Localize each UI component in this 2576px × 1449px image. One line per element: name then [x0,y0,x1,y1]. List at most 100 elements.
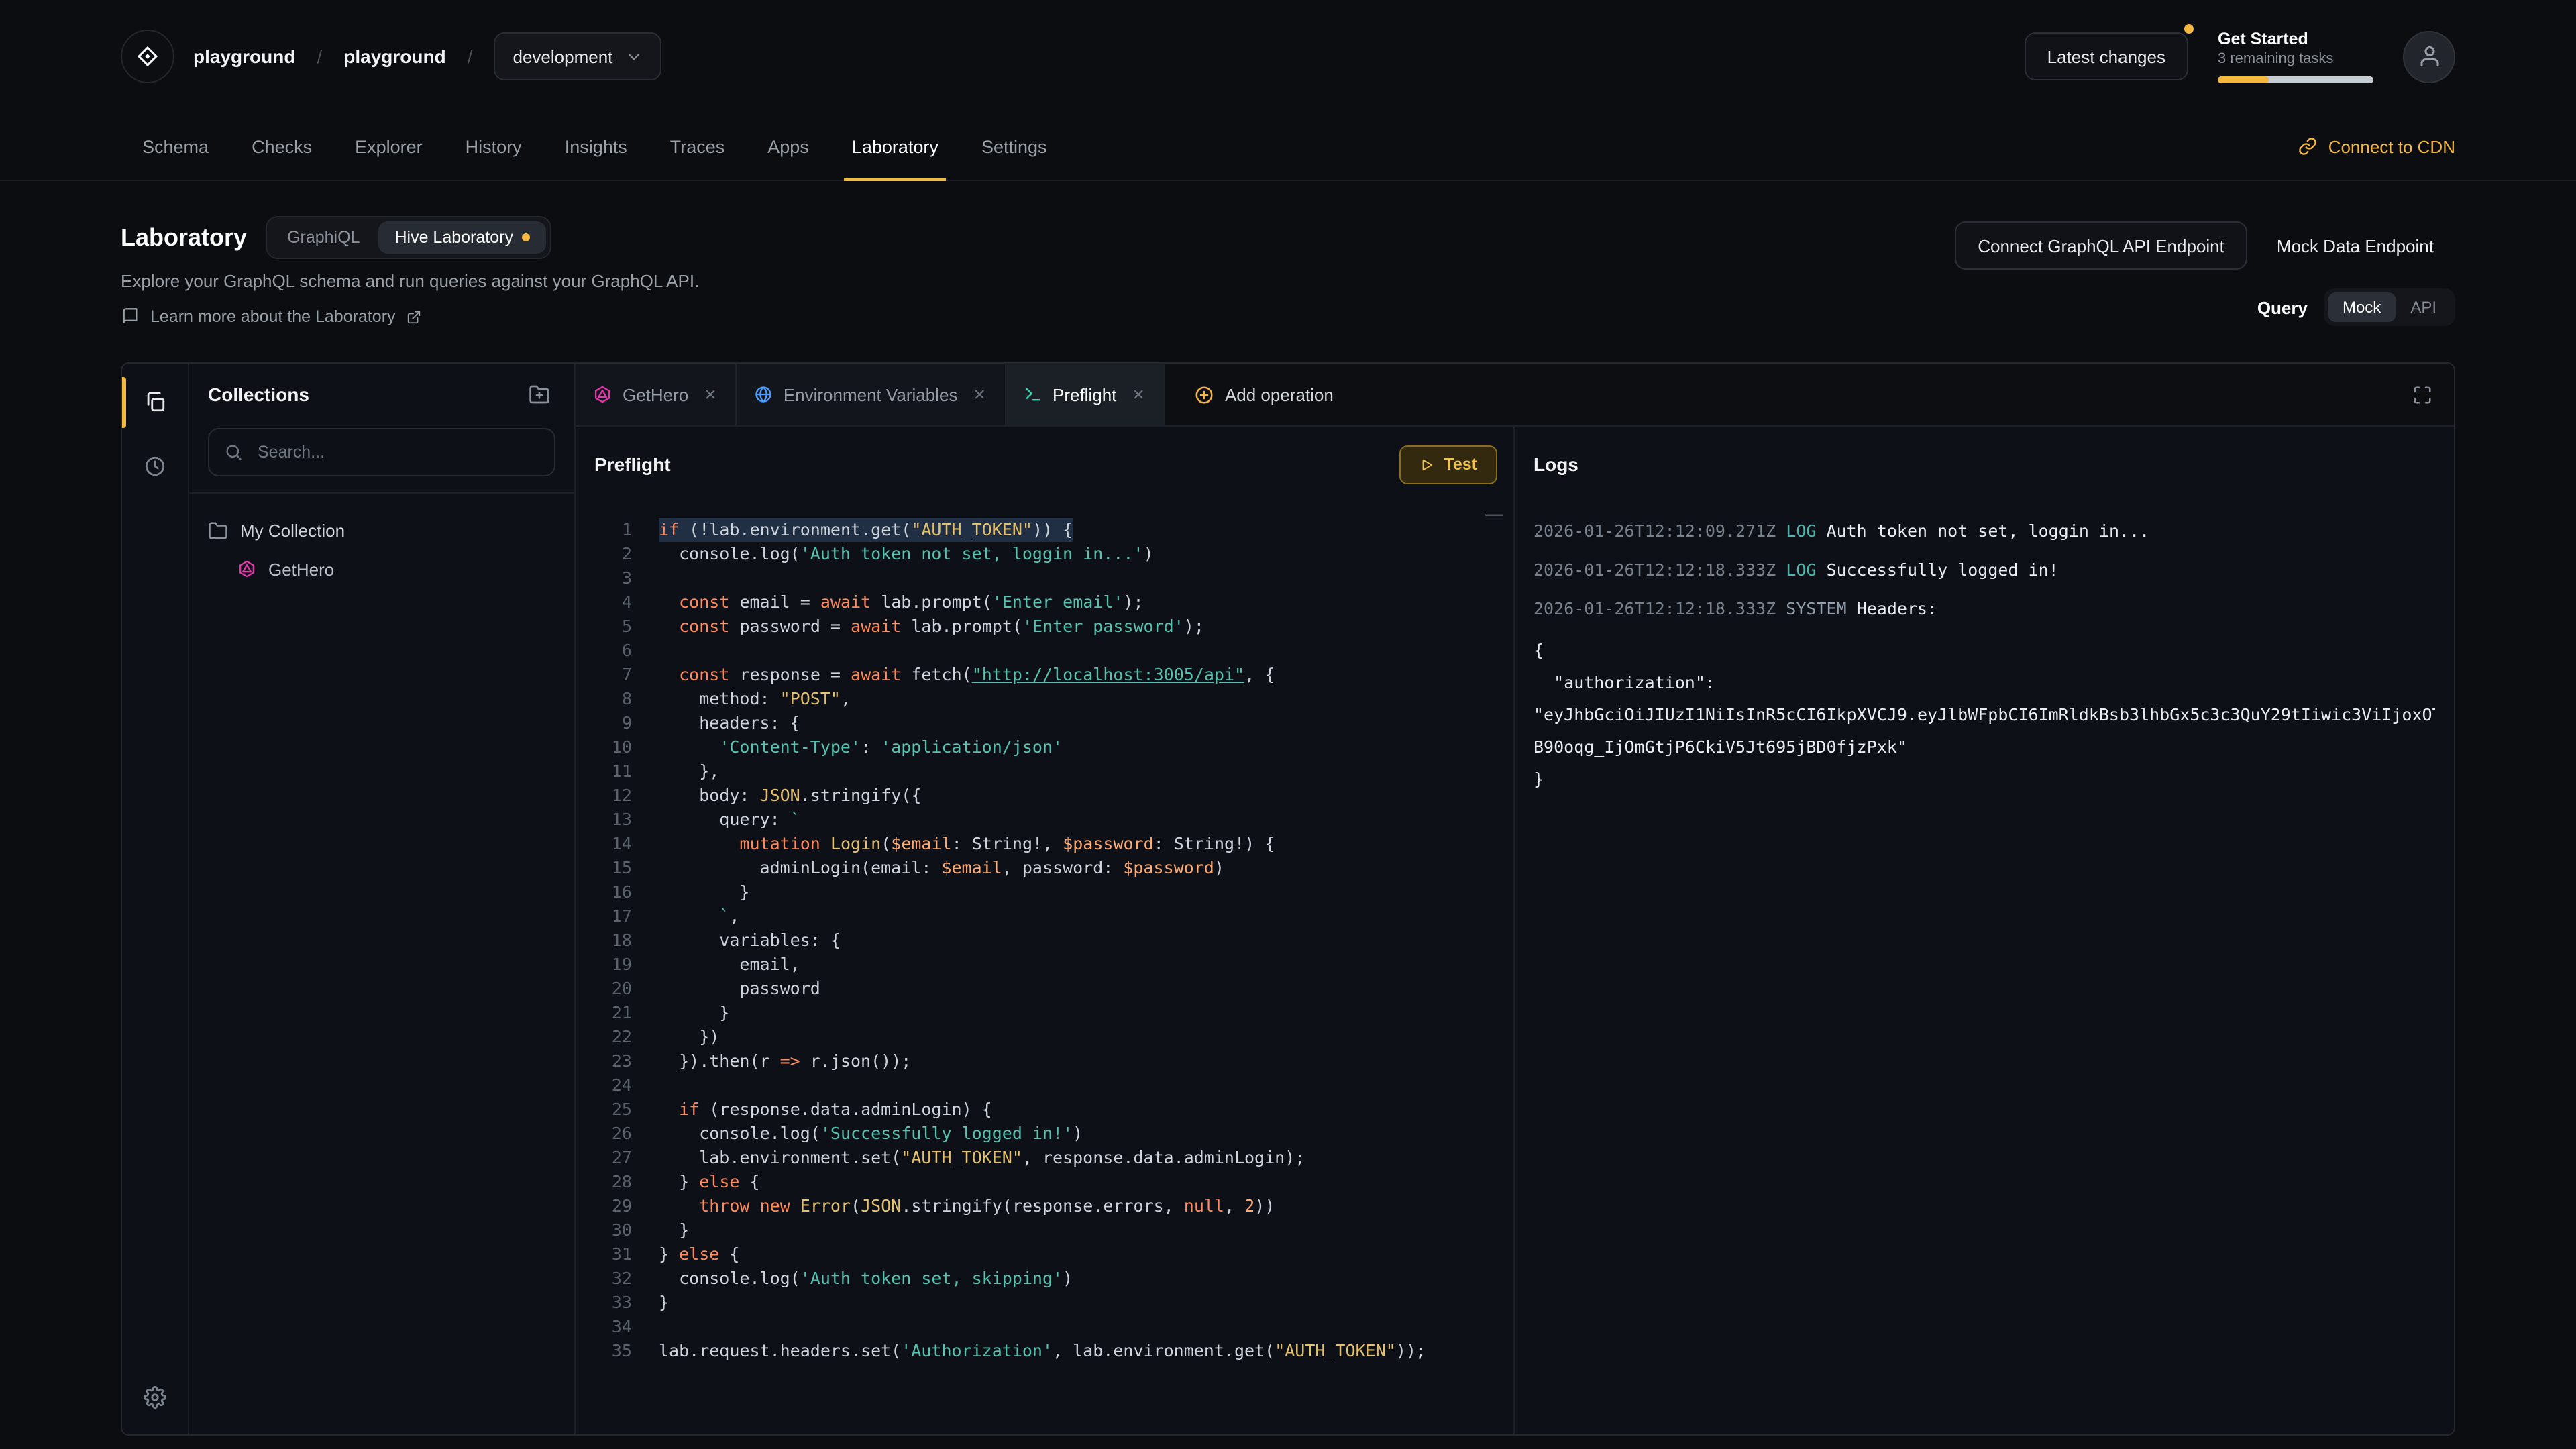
line-number: 8 [576,687,659,711]
code-line[interactable]: 3 [576,566,1513,590]
endpoint-option-mock[interactable]: Mock [2328,292,2396,322]
tab-gethero[interactable]: GetHero× [576,364,737,425]
line-number: 19 [576,953,659,977]
test-button[interactable]: Test [1399,445,1497,484]
log-raw-line: "authorization": [1534,667,2435,699]
code-line[interactable]: 7 const response = await fetch("http://l… [576,663,1513,687]
lab-mode-hive-laboratory[interactable]: Hive Laboratory [378,221,547,254]
code-line[interactable]: 1if (!lab.environment.get("AUTH_TOKEN"))… [576,518,1513,542]
code-line[interactable]: 30 } [576,1218,1513,1242]
line-number: 34 [576,1315,659,1339]
connect-graphql-endpoint-button[interactable]: Connect GraphQL API Endpoint [1955,221,2247,270]
preflight-code-editor[interactable]: 1if (!lab.environment.get("AUTH_TOKEN"))… [576,502,1513,1363]
tab-preflight[interactable]: Preflight× [1006,364,1165,425]
target-selector[interactable]: development [494,32,661,80]
breadcrumb-org[interactable]: playground [193,46,295,67]
code-line[interactable]: 14 mutation Login($email: String!, $pass… [576,832,1513,856]
nav-tab-schema[interactable]: Schema [121,113,230,180]
code-line[interactable]: 10 'Content-Type': 'application/json' [576,735,1513,759]
code-line[interactable]: 19 email, [576,953,1513,977]
code-line[interactable]: 29 throw new Error(JSON.stringify(respon… [576,1194,1513,1218]
rail-settings-button[interactable] [133,1375,176,1418]
collections-title: Collections [208,384,309,405]
close-tab-icon[interactable]: × [1127,382,1150,407]
code-line[interactable]: 28 } else { [576,1170,1513,1194]
external-link-icon [407,309,421,324]
code-line[interactable]: 31} else { [576,1242,1513,1267]
nav-tab-apps[interactable]: Apps [746,113,830,180]
code-line[interactable]: 21 } [576,1001,1513,1025]
line-number: 25 [576,1097,659,1122]
code-line[interactable]: 23 }).then(r => r.json()); [576,1049,1513,1073]
hive-logo-icon[interactable] [121,30,174,83]
collapse-editor-button[interactable]: — [1485,504,1503,522]
code-line[interactable]: 24 [576,1073,1513,1097]
close-tab-icon[interactable]: × [968,382,991,407]
nav-tab-explorer[interactable]: Explorer [333,113,444,180]
log-raw-line: { [1534,635,2435,667]
lab-mode-graphiql[interactable]: GraphiQL [271,221,376,254]
code-line[interactable]: 11 }, [576,759,1513,784]
line-number: 15 [576,856,659,880]
collection-folder[interactable]: My Collection [208,510,555,550]
code-line[interactable]: 18 variables: { [576,928,1513,953]
connect-cdn-button[interactable]: Connect to CDN [2299,113,2455,180]
nav-tab-traces[interactable]: Traces [649,113,747,180]
latest-changes-button[interactable]: Latest changes [2025,32,2188,80]
search-input[interactable] [255,441,539,463]
code-line[interactable]: 5 const password = await lab.prompt('Ent… [576,614,1513,639]
side-rail [122,364,189,1434]
new-collection-button[interactable] [523,378,555,411]
nav-tab-laboratory[interactable]: Laboratory [830,113,960,180]
code-line[interactable]: 12 body: JSON.stringify({ [576,784,1513,808]
code-line[interactable]: 13 query: ` [576,808,1513,832]
code-line[interactable]: 2 console.log('Auth token not set, loggi… [576,542,1513,566]
globe-icon [754,385,773,404]
line-number: 30 [576,1218,659,1242]
code-line[interactable]: 6 [576,639,1513,663]
code-line[interactable]: 26 console.log('Successfully logged in!'… [576,1122,1513,1146]
line-number: 24 [576,1073,659,1097]
nav-tab-history[interactable]: History [444,113,543,180]
code-line[interactable]: 32 console.log('Auth token set, skipping… [576,1267,1513,1291]
code-line[interactable]: 33} [576,1291,1513,1315]
code-line[interactable]: 25 if (response.data.adminLogin) { [576,1097,1513,1122]
plus-circle-icon [1194,384,1214,405]
endpoint-option-api[interactable]: API [2396,292,2451,322]
fullscreen-button[interactable] [2407,379,2438,410]
line-number: 23 [576,1049,659,1073]
code-line[interactable]: 17 `, [576,904,1513,928]
code-line[interactable]: 15 adminLogin(email: $email, password: $… [576,856,1513,880]
hive-laboratory-app: playground / playground / development La… [0,0,2576,1449]
mock-data-endpoint-button[interactable]: Mock Data Endpoint [2255,221,2455,270]
nav-tab-insights[interactable]: Insights [543,113,649,180]
add-operation-button[interactable]: Add operation [1186,364,1342,425]
log-raw-line: B90oqg_IjOmGtjP6CkiV5Jt695jBD0fjzPxk" [1534,731,2435,763]
code-line[interactable]: 9 headers: { [576,711,1513,735]
get-started-widget[interactable]: Get Started 3 remaining tasks [2218,30,2373,83]
collection-operation-gethero[interactable]: GetHero [237,550,555,588]
log-entry: 2026-01-26T12:12:18.333Z SYSTEM Headers: [1534,596,2435,621]
learn-more-link[interactable]: Learn more about the Laboratory [121,307,421,326]
line-number: 35 [576,1339,659,1363]
line-number: 10 [576,735,659,759]
code-line[interactable]: 35lab.request.headers.set('Authorization… [576,1339,1513,1363]
code-line[interactable]: 20 password [576,977,1513,1001]
breadcrumb-project[interactable]: playground [343,46,445,67]
get-started-title: Get Started [2218,30,2373,50]
close-tab-icon[interactable]: × [699,382,722,407]
code-line[interactable]: 27 lab.environment.set("AUTH_TOKEN", res… [576,1146,1513,1170]
code-line[interactable]: 16 } [576,880,1513,904]
code-line[interactable]: 8 method: "POST", [576,687,1513,711]
rail-collections-button[interactable] [133,380,176,423]
tab-environment-variables[interactable]: Environment Variables× [737,364,1006,425]
avatar[interactable] [2403,30,2455,83]
rail-history-button[interactable] [133,444,176,487]
nav-tab-checks[interactable]: Checks [230,113,333,180]
code-line[interactable]: 34 [576,1315,1513,1339]
code-line[interactable]: 22 }) [576,1025,1513,1049]
nav-tab-settings[interactable]: Settings [960,113,1069,180]
lab-mode-toggle: GraphiQLHive Laboratory [266,216,552,259]
code-line[interactable]: 4 const email = await lab.prompt('Enter … [576,590,1513,614]
add-operation-label: Add operation [1225,384,1334,405]
